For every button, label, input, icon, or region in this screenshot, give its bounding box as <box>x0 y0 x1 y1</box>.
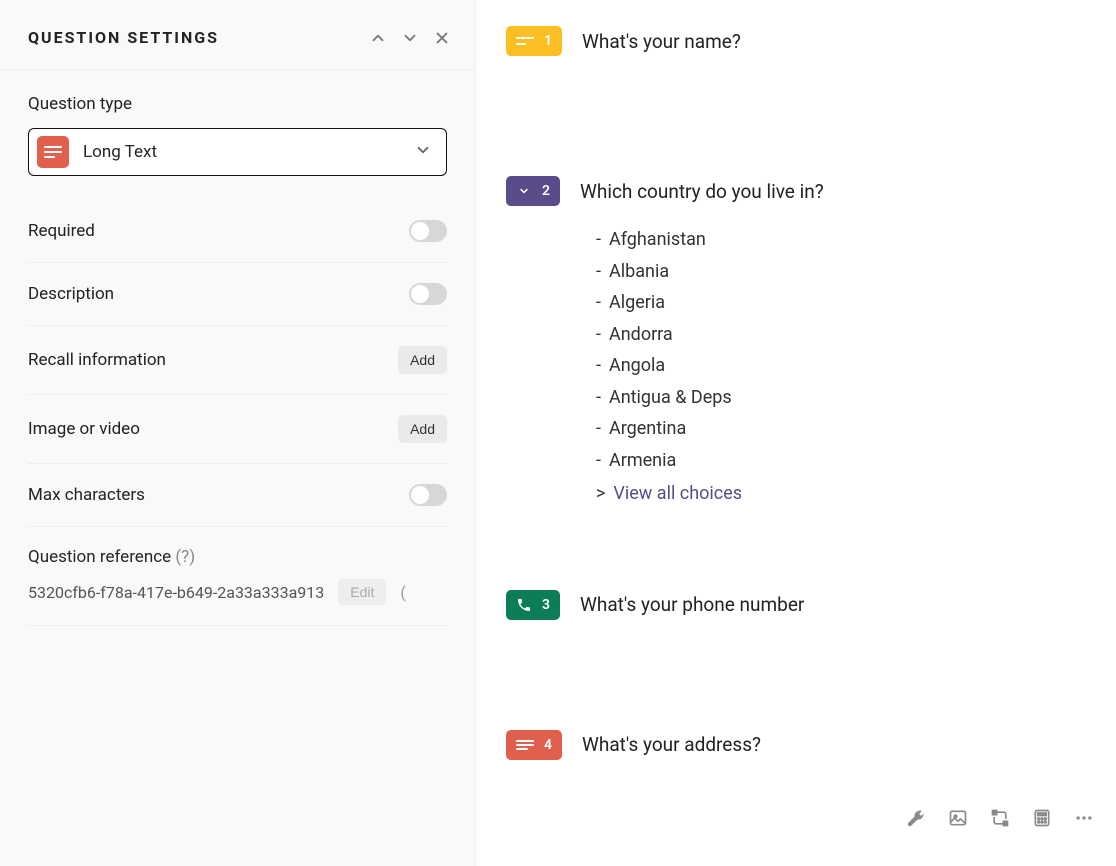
required-label: Required <box>28 221 95 241</box>
long-text-icon <box>37 136 69 168</box>
question-type-label: Question type <box>28 94 447 114</box>
recall-row: Recall information Add <box>28 326 447 395</box>
max-chars-toggle[interactable] <box>409 484 447 506</box>
question-toolbar <box>906 808 1094 828</box>
question-title-4: What's your address? <box>582 733 761 756</box>
description-label: Description <box>28 284 114 304</box>
view-all-choices-row: >View all choices <box>596 478 1092 510</box>
question-type-value: Long Text <box>83 142 400 162</box>
question-title-3: What's your phone number <box>580 593 804 616</box>
chevron-down-icon <box>414 141 432 163</box>
reference-label: Question reference <box>28 547 171 567</box>
question-title-2: Which country do you live in? <box>580 180 824 203</box>
calculator-icon[interactable] <box>1032 808 1052 828</box>
image-video-label: Image or video <box>28 419 140 439</box>
question-choices-2: -Afghanistan -Albania -Algeria -Andorra … <box>596 224 1092 510</box>
dropdown-icon <box>516 185 532 197</box>
choice-item: -Armenia <box>596 445 1092 477</box>
prev-question-icon[interactable] <box>369 29 387 47</box>
choice-item: -Argentina <box>596 413 1092 445</box>
wrench-icon[interactable] <box>906 808 926 828</box>
logic-icon[interactable] <box>990 808 1010 828</box>
more-icon[interactable] <box>1074 808 1094 828</box>
choice-item: -Antigua & Deps <box>596 382 1092 414</box>
choice-item: -Algeria <box>596 287 1092 319</box>
settings-title: QUESTION SETTINGS <box>28 28 219 47</box>
choice-item: -Afghanistan <box>596 224 1092 256</box>
question-number-4: 4 <box>544 737 552 753</box>
phone-icon <box>516 597 532 613</box>
reference-edit-button[interactable]: Edit <box>338 579 386 605</box>
recall-label: Recall information <box>28 350 166 370</box>
question-number-1: 1 <box>544 33 552 49</box>
question-item-4[interactable]: 4 What's your address? <box>506 730 1092 760</box>
image-icon[interactable] <box>948 808 968 828</box>
required-toggle[interactable] <box>409 220 447 242</box>
image-video-add-button[interactable]: Add <box>398 415 447 443</box>
description-row: Description <box>28 263 447 326</box>
question-item-2[interactable]: 2 Which country do you live in? -Afghani… <box>506 176 1092 510</box>
description-toggle[interactable] <box>409 283 447 305</box>
question-item-1[interactable]: 1 What's your name? <box>506 26 1092 56</box>
question-item-3[interactable]: 3 What's your phone number <box>506 590 1092 620</box>
next-question-icon[interactable] <box>401 29 419 47</box>
question-title-1: What's your name? <box>582 30 741 53</box>
question-reference-block: Question reference (?) 5320cfb6-f78a-417… <box>28 527 447 626</box>
settings-header: QUESTION SETTINGS <box>0 0 475 70</box>
reference-trunc: ( <box>400 583 405 602</box>
reference-value: 5320cfb6-f78a-417e-b649-2a33a333a913 <box>28 583 324 602</box>
required-row: Required <box>28 200 447 263</box>
choice-item: -Andorra <box>596 319 1092 351</box>
question-badge-3: 3 <box>506 590 560 620</box>
short-text-icon <box>516 35 534 47</box>
recall-add-button[interactable]: Add <box>398 346 447 374</box>
image-video-row: Image or video Add <box>28 395 447 464</box>
close-icon[interactable] <box>433 29 451 47</box>
question-type-select[interactable]: Long Text <box>28 128 447 176</box>
question-number-3: 3 <box>542 597 550 613</box>
max-chars-row: Max characters <box>28 464 447 527</box>
questions-canvas: 1 What's your name? 2 Which country do y… <box>476 0 1116 866</box>
choice-item: -Angola <box>596 350 1092 382</box>
long-text-icon <box>516 739 534 751</box>
question-badge-1: 1 <box>506 26 562 56</box>
choice-item: -Albania <box>596 256 1092 288</box>
question-number-2: 2 <box>542 183 550 199</box>
reference-help-icon[interactable]: (?) <box>175 547 195 567</box>
question-settings-panel: QUESTION SETTINGS Question type <box>0 0 476 866</box>
view-all-choices-link[interactable]: View all choices <box>613 483 742 504</box>
question-badge-4: 4 <box>506 730 562 760</box>
max-chars-label: Max characters <box>28 485 145 505</box>
question-badge-2: 2 <box>506 176 560 206</box>
